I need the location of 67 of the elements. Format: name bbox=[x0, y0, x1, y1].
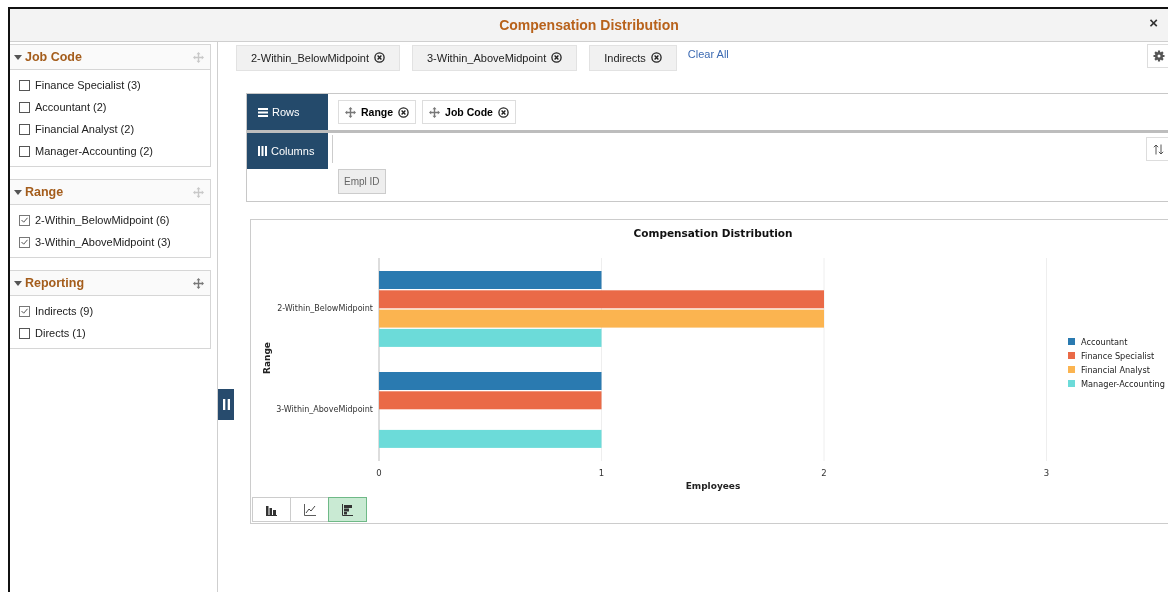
axis-tick-label: 0 bbox=[376, 468, 382, 478]
category-label: 3-Within_AboveMidpoint bbox=[276, 405, 373, 414]
checkbox-label[interactable]: Indirects (9) bbox=[35, 305, 94, 317]
close-circle-icon[interactable] bbox=[497, 106, 509, 118]
check-icon bbox=[21, 308, 28, 314]
line-chart-icon bbox=[303, 503, 316, 516]
checkbox[interactable] bbox=[19, 236, 30, 248]
row-field-chip[interactable]: Range bbox=[338, 100, 417, 124]
legend-label: Finance Specialist bbox=[1081, 351, 1155, 361]
field-button[interactable]: Empl ID bbox=[338, 169, 386, 194]
legend-label: Manager-Accounting bbox=[1081, 379, 1165, 389]
chart-type-button[interactable] bbox=[328, 497, 367, 522]
panel-toggle-button[interactable] bbox=[218, 389, 234, 420]
list-icon bbox=[258, 107, 268, 117]
checkbox-label[interactable]: Directs (1) bbox=[35, 327, 86, 339]
chart-type-button[interactable] bbox=[290, 497, 329, 522]
checkbox-label[interactable]: Finance Specialist (3) bbox=[35, 79, 141, 91]
axis-title: Employees bbox=[685, 481, 741, 491]
settings-button[interactable] bbox=[1147, 44, 1168, 68]
filter-chip[interactable]: Indirects bbox=[589, 44, 677, 71]
window-title: Compensation Distribution bbox=[499, 17, 679, 33]
close-circle-icon[interactable] bbox=[551, 52, 563, 63]
checkbox-label[interactable]: 3-Within_AboveMidpoint (3) bbox=[35, 236, 171, 248]
filter-chip[interactable]: 2-Within_BelowMidpoint bbox=[236, 44, 400, 71]
checkbox-label[interactable]: Manager-Accounting (2) bbox=[35, 145, 153, 157]
columns-icon bbox=[258, 146, 267, 156]
axis-tick-label: 3 bbox=[1043, 468, 1050, 478]
chart-type-button[interactable] bbox=[252, 497, 291, 522]
move-icon[interactable] bbox=[193, 277, 204, 289]
axis-tick-label: 1 bbox=[598, 468, 605, 478]
rows-label: Rows bbox=[272, 106, 300, 118]
checkbox[interactable] bbox=[19, 214, 30, 226]
sort-arrows-icon bbox=[1152, 143, 1164, 155]
checkbox-label[interactable]: Accountant (2) bbox=[35, 101, 107, 113]
axis-title: Range bbox=[262, 342, 272, 374]
category-label: 2-Within_BelowMidpoint bbox=[277, 304, 373, 313]
filter-chip[interactable]: 3-Within_AboveMidpoint bbox=[412, 44, 578, 71]
close-button[interactable]: × bbox=[1147, 14, 1160, 31]
axis-tick-label: 2 bbox=[821, 468, 827, 478]
settings-icon bbox=[1153, 50, 1165, 62]
checkbox[interactable] bbox=[19, 79, 30, 91]
collapse-triangle-icon[interactable] bbox=[14, 189, 22, 195]
collapse-triangle-icon[interactable] bbox=[14, 280, 22, 286]
bar-chart-icon bbox=[341, 503, 354, 516]
close-circle-icon[interactable] bbox=[374, 52, 385, 63]
columns-label: Columns bbox=[271, 145, 315, 157]
collapse-triangle-icon[interactable] bbox=[14, 54, 22, 60]
row-field-chip[interactable]: Job Code bbox=[422, 100, 516, 124]
move-icon[interactable] bbox=[345, 106, 356, 118]
clear-all-link[interactable]: Clear All bbox=[687, 48, 729, 60]
checkbox[interactable] bbox=[19, 123, 30, 135]
check-icon bbox=[21, 239, 28, 245]
check-icon bbox=[21, 217, 28, 223]
chart-title: Compensation Distribution bbox=[633, 227, 793, 239]
checkbox[interactable] bbox=[19, 145, 30, 157]
move-icon[interactable] bbox=[429, 106, 441, 118]
checkbox[interactable] bbox=[19, 101, 30, 113]
checkbox[interactable] bbox=[19, 305, 30, 317]
checkbox-label[interactable]: 2-Within_BelowMidpoint (6) bbox=[35, 214, 170, 226]
pause-icon bbox=[222, 399, 230, 410]
legend-label: Accountant bbox=[1081, 337, 1128, 347]
checkbox[interactable] bbox=[19, 327, 30, 339]
column-chart-icon bbox=[265, 503, 278, 516]
close-circle-icon[interactable] bbox=[398, 106, 410, 118]
close-circle-icon[interactable] bbox=[650, 52, 662, 63]
legend-label: Financial Analyst bbox=[1081, 365, 1150, 375]
checkbox-label[interactable]: Financial Analyst (2) bbox=[35, 123, 135, 135]
